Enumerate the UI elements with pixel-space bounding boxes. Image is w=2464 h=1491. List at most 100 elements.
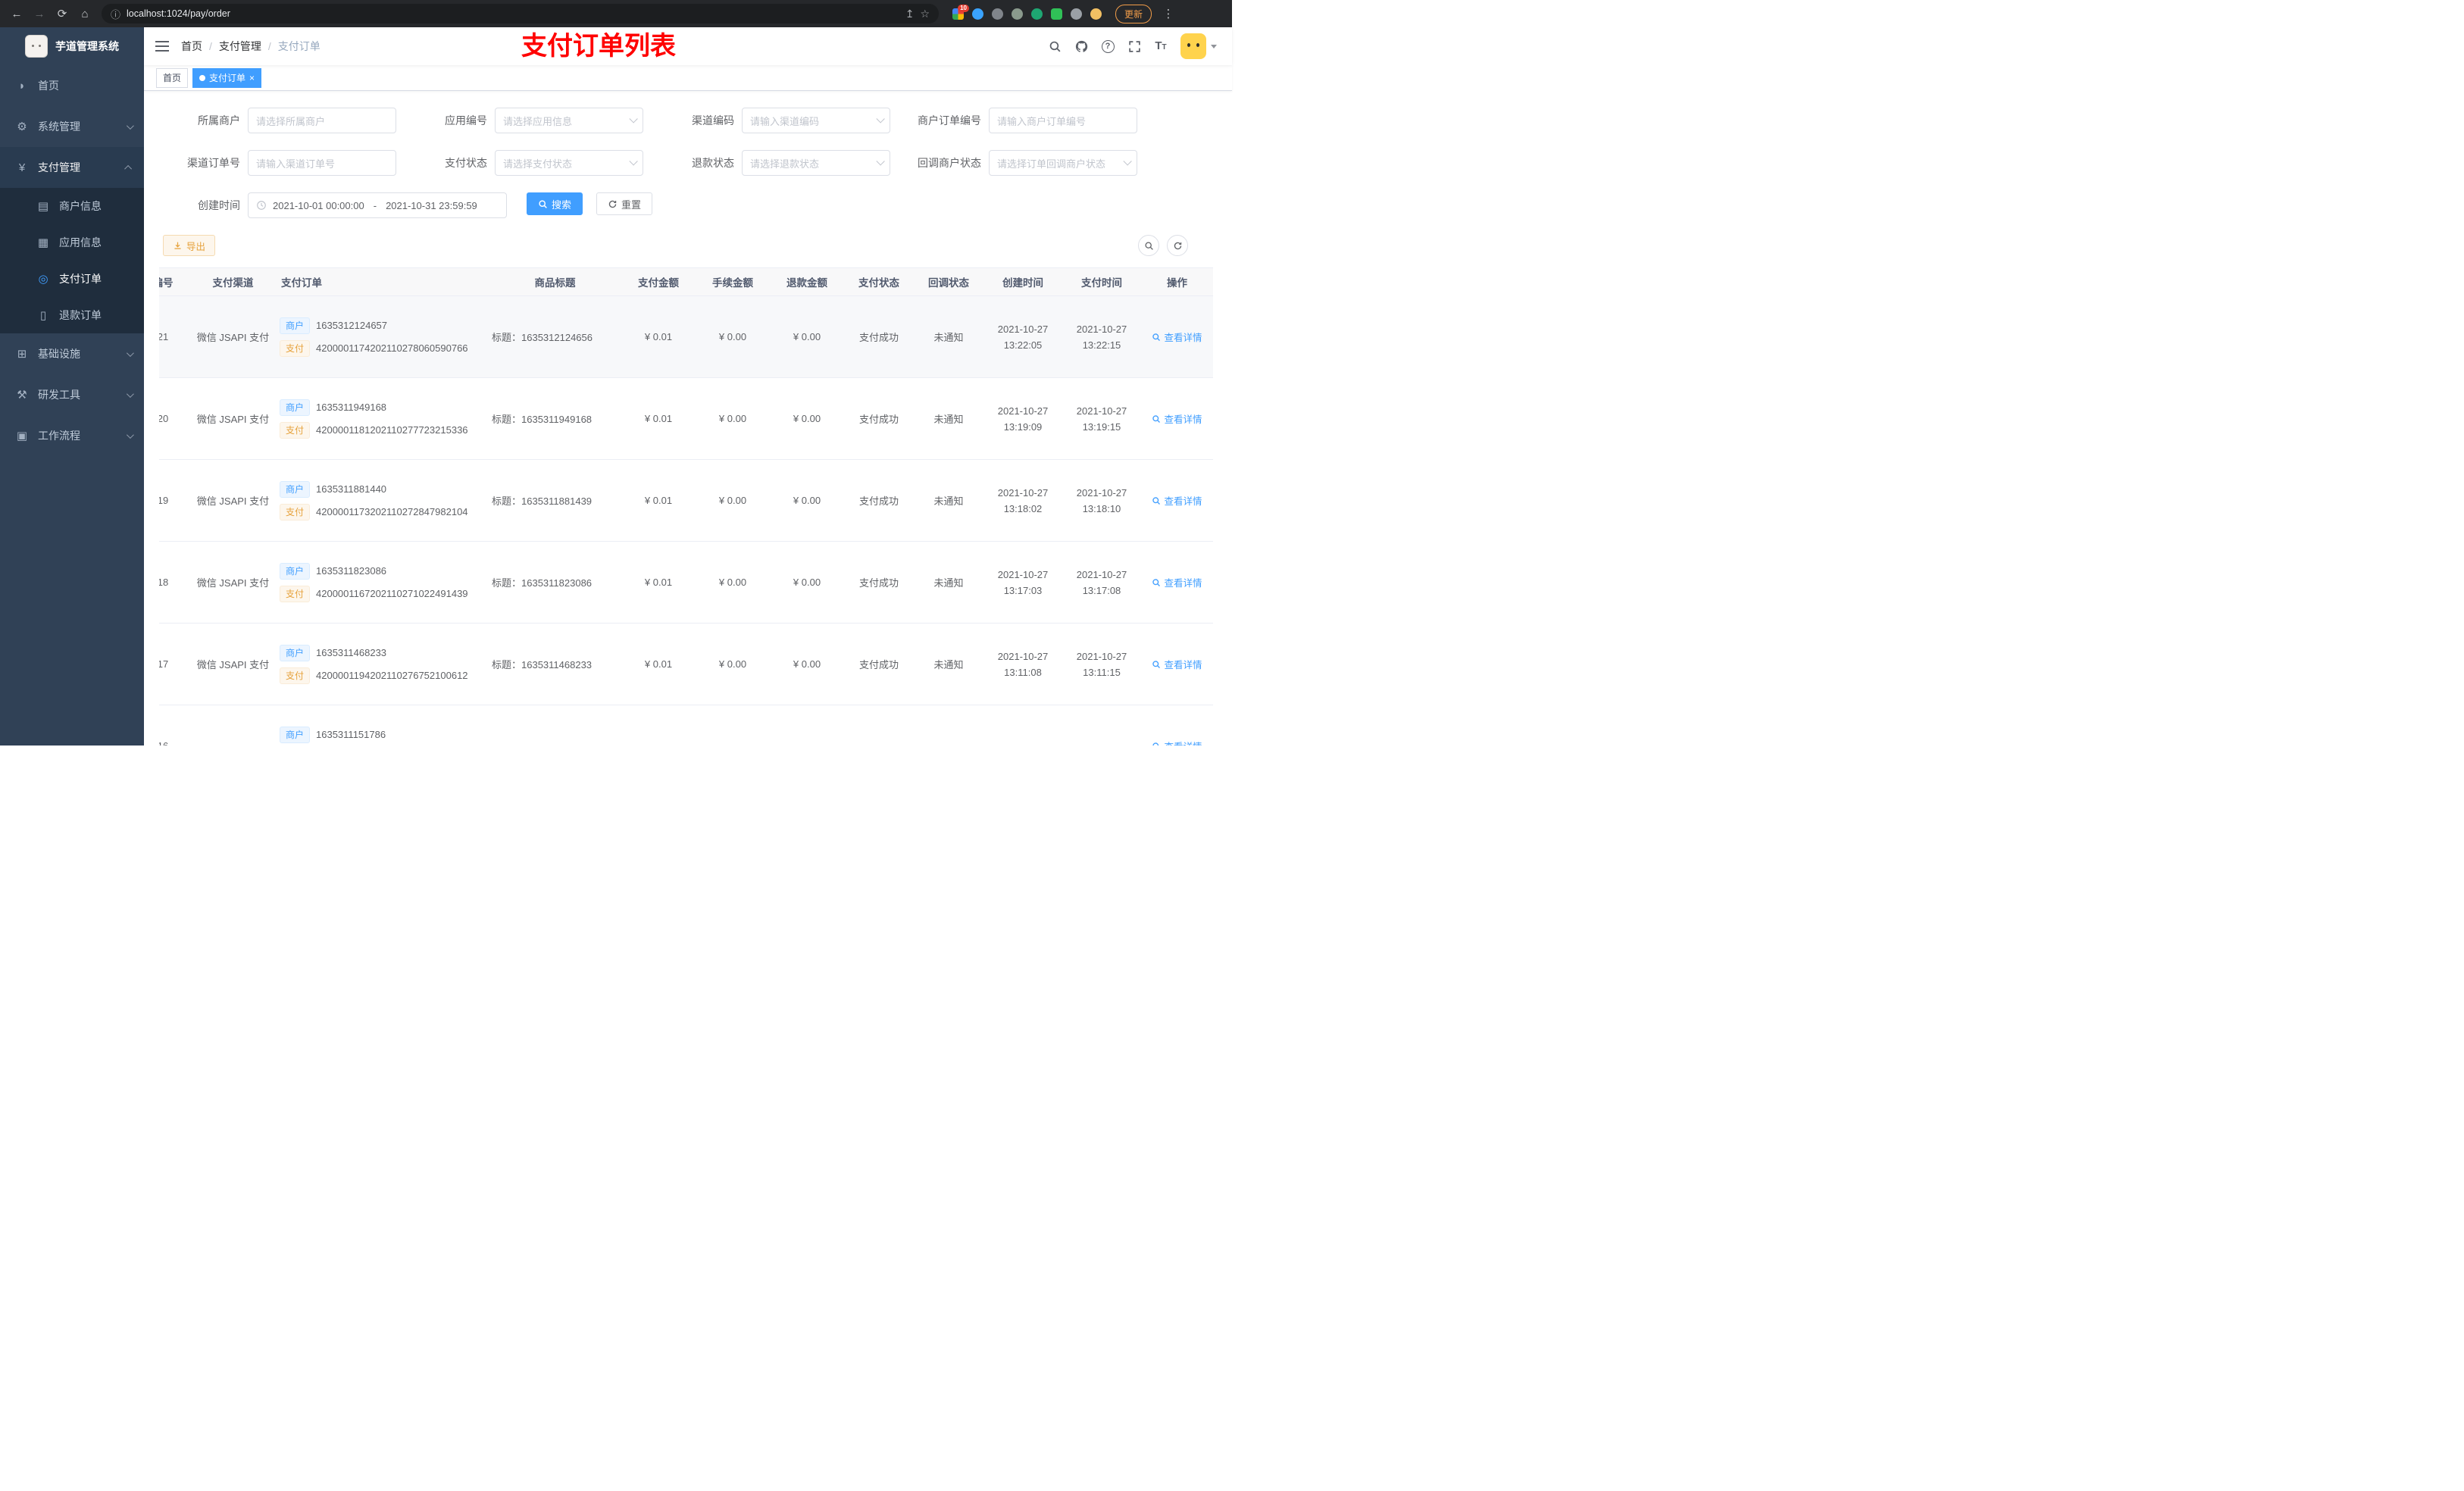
extension-chat-icon[interactable] [1051, 8, 1062, 20]
filter-row-1: 所属商户 请选择所属商户 应用编号 请选择应用信息 渠道编码 请输入渠道编码 商… [159, 108, 1217, 133]
cell-create-time [983, 705, 1062, 746]
sidebar-item-refund-order[interactable]: ▯ 退款订单 [0, 297, 144, 333]
sidebar-logo[interactable]: 芋道管理系统 [0, 27, 144, 65]
merchant-order-no-input[interactable]: 请输入商户订单编号 [989, 108, 1137, 133]
app-select[interactable]: 请选择应用信息 [495, 108, 643, 133]
sidebar-item-app-info[interactable]: ▦ 应用信息 [0, 224, 144, 261]
cell-channel: 微信 JSAPI 支付 [189, 541, 277, 624]
extension-icon[interactable] [1031, 8, 1043, 20]
view-detail-link[interactable]: 查看详情 [1152, 739, 1202, 746]
merchant-tag: 商户 [280, 726, 311, 743]
merchant-tag: 商户 [280, 399, 311, 416]
refresh-icon [608, 200, 617, 208]
sidebar-item-payment[interactable]: ¥ 支付管理 [0, 147, 144, 188]
share-icon[interactable]: ↥ [905, 8, 915, 20]
col-channel: 支付渠道 [189, 267, 277, 296]
cell-order: 商户 1635311151786 支付 [277, 705, 489, 746]
browser-update-button[interactable]: 更新 [1115, 4, 1152, 23]
col-amount: 支付金额 [621, 267, 696, 296]
document-icon: ▯ [39, 309, 47, 322]
fullscreen-icon[interactable] [1127, 39, 1141, 53]
chevron-down-icon [629, 114, 638, 123]
breadcrumb: 首页 / 支付管理 / 支付订单 [181, 39, 321, 54]
cell-create-time: 2021-10-27 13:19:09 [983, 377, 1062, 460]
view-detail-link[interactable]: 查看详情 [1152, 330, 1202, 344]
site-info-icon[interactable]: ⓘ [111, 7, 120, 21]
cell-channel [189, 705, 277, 746]
view-detail-link[interactable]: 查看详情 [1152, 657, 1202, 671]
extension-icon[interactable] [1012, 8, 1023, 20]
profile-avatar-icon[interactable] [1090, 8, 1102, 20]
refresh-table-icon[interactable] [1167, 235, 1188, 256]
view-detail-link[interactable]: 查看详情 [1152, 411, 1202, 426]
dashboard-icon: ◗ [18, 79, 26, 92]
chevron-down-icon [126, 121, 134, 130]
view-detail-link[interactable]: 查看详情 [1152, 493, 1202, 508]
pay-tag: 支付 [280, 503, 311, 520]
sidebar-item-devtools[interactable]: ⚒ 研发工具 [0, 374, 144, 415]
grid-icon: ▦ [37, 236, 49, 249]
cell-fee: ¥ 0.00 [696, 623, 770, 705]
refund-status-select[interactable]: 请选择退款状态 [742, 150, 890, 176]
cell-title: 标题：1635311881439 [489, 459, 621, 542]
hamburger-icon[interactable] [155, 41, 169, 52]
date-separator: - [373, 199, 377, 211]
browser-home-icon[interactable]: ⌂ [74, 3, 95, 24]
extension-grid-icon[interactable]: 10 [952, 4, 969, 20]
sidebar-item-system[interactable]: ⚙ 系统管理 [0, 106, 144, 147]
notify-status-select[interactable]: 请选择订单回调商户状态 [989, 150, 1137, 176]
merchant-order-no: 1635311823086 [316, 565, 387, 577]
search-button[interactable]: 搜索 [527, 192, 583, 215]
export-button[interactable]: 导出 [163, 235, 216, 256]
sidebar-item-merchant-info[interactable]: ▤ 商户信息 [0, 188, 144, 224]
browser-refresh-icon[interactable]: ⟳ [52, 3, 73, 24]
extension-icon[interactable] [972, 8, 983, 20]
github-icon[interactable] [1074, 39, 1088, 53]
channel-order-no-input[interactable]: 请输入渠道订单号 [248, 150, 396, 176]
sidebar-item-infra[interactable]: ⊞ 基础设施 [0, 333, 144, 374]
date-range-picker[interactable]: 2021-10-01 00:00:00 - 2021-10-31 23:59:5… [248, 192, 507, 218]
reset-button[interactable]: 重置 [596, 192, 653, 215]
cell-notify: 未通知 [914, 295, 983, 378]
bookmark-star-icon[interactable]: ☆ [920, 8, 930, 20]
user-menu[interactable] [1180, 33, 1217, 59]
filter-notify-status: 回调商户状态 请选择订单回调商户状态 [904, 150, 1137, 176]
extensions-puzzle-icon[interactable] [1071, 8, 1082, 20]
sidebar-item-pay-order[interactable]: ◎ 支付订单 [0, 261, 144, 297]
browser-forward-icon[interactable]: → [29, 3, 50, 24]
cell-amount: ¥ 0.01 [621, 377, 696, 460]
cell-channel: 微信 JSAPI 支付 [189, 295, 277, 378]
view-detail-link[interactable]: 查看详情 [1152, 575, 1202, 589]
url-text: localhost:1024/pay/order [127, 8, 230, 19]
page-title-annotation: 支付订单列表 [521, 32, 676, 61]
channel-code-select[interactable]: 请输入渠道编码 [742, 108, 890, 133]
table-row: 19 微信 JSAPI 支付 商户 1635311881440 支付 42000… [159, 459, 1213, 542]
cell-pay-time: 2021-10-27 13:11:15 [1062, 623, 1141, 705]
caret-down-icon [1211, 44, 1217, 48]
filter-refund-status: 退款状态 请选择退款状态 [657, 150, 890, 176]
table-row: 16 商户 1635311151786 支付 [159, 705, 1213, 746]
search-icon [1152, 578, 1161, 586]
browser-address-bar[interactable]: ⓘ localhost:1024/pay/order ↥ ☆ [102, 4, 939, 23]
font-size-icon[interactable]: TT [1154, 39, 1168, 53]
merchant-select[interactable]: 请选择所属商户 [248, 108, 396, 133]
cell-fee [696, 705, 770, 746]
close-icon[interactable]: × [249, 73, 255, 83]
tab-home[interactable]: 首页 [156, 67, 189, 88]
pay-status-select[interactable]: 请选择支付状态 [495, 150, 643, 176]
toggle-search-icon[interactable] [1138, 235, 1159, 256]
sidebar-item-workflow[interactable]: ▣ 工作流程 [0, 415, 144, 456]
breadcrumb-payment[interactable]: 支付管理 [219, 39, 261, 54]
extension-badge: 10 [958, 4, 969, 12]
help-icon[interactable]: ? [1101, 39, 1115, 53]
browser-menu-icon[interactable]: ⋮ [1158, 3, 1179, 24]
cell-pay-time [1062, 705, 1141, 746]
breadcrumb-home[interactable]: 首页 [181, 39, 202, 54]
chevron-down-icon [876, 157, 885, 166]
extension-icon[interactable] [992, 8, 1003, 20]
sidebar-item-home[interactable]: ◗ 首页 [0, 65, 144, 106]
browser-back-icon[interactable]: ← [6, 3, 27, 24]
cell-id: 21 [159, 295, 189, 378]
search-icon[interactable] [1048, 39, 1062, 53]
tab-pay-order[interactable]: 支付订单 × [192, 67, 262, 88]
